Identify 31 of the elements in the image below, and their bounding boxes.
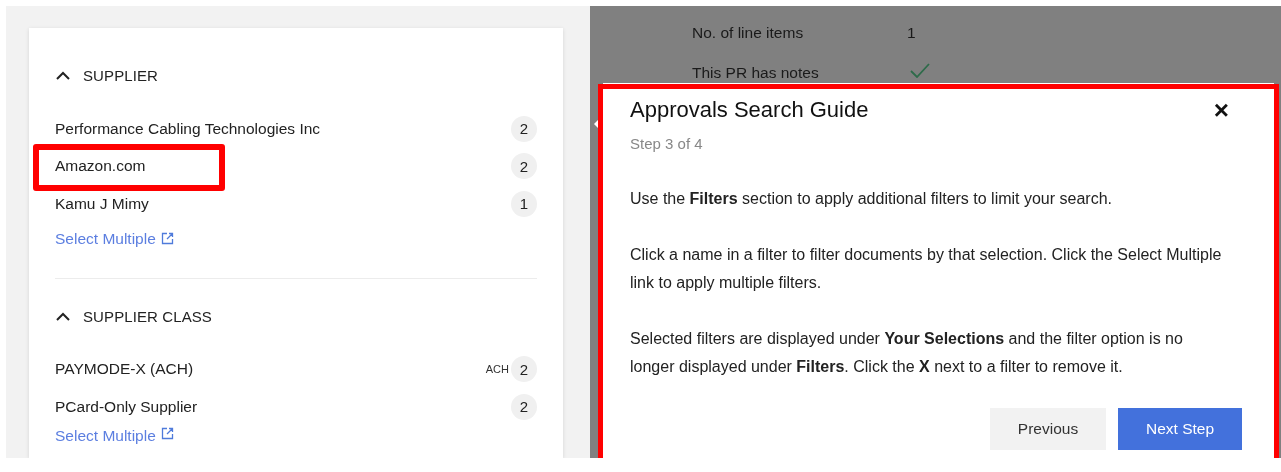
guide-paragraph: Click a name in a filter to filter documents by that selection. Click the Select Multiple link to apply multiple filters. xyxy=(630,245,1223,293)
next-step-button[interactable]: Next Step xyxy=(1118,408,1242,450)
section-title[interactable]: SUPPLIER CLASS xyxy=(83,307,212,325)
popup-title: Approvals Search Guide xyxy=(630,97,869,123)
filter-item[interactable]: Performance Cabling Technologies Inc xyxy=(55,118,321,139)
filter-item[interactable]: PCard-Only Supplier xyxy=(55,396,198,417)
filter-item[interactable]: Amazon.com xyxy=(55,156,146,177)
filter-item[interactable]: Kamu J Mimy xyxy=(55,193,149,214)
count-badge: 2 xyxy=(511,115,537,142)
caret-up-icon[interactable] xyxy=(56,311,70,321)
detail-label: This PR has notes xyxy=(692,64,820,82)
guide-paragraph: Use the Filters section to apply additional filters to limit your search. xyxy=(630,189,1113,209)
close-button[interactable]: × xyxy=(1209,97,1233,123)
count-badge: 1 xyxy=(511,190,537,217)
guide-paragraph: Selected filters are displayed under Your Selections and the filter option is no longer displayed under Filters. Click the X next to a filter to remove it. xyxy=(630,329,1184,377)
previous-button[interactable]: Previous xyxy=(990,408,1106,450)
step-counter: Step 3 of 4 xyxy=(630,135,704,152)
detail-label: No. of line items xyxy=(692,24,805,42)
select-multiple-link[interactable]: Select Multiple xyxy=(55,426,156,445)
section-title[interactable]: SUPPLIER xyxy=(83,67,158,84)
count-badge: 2 xyxy=(511,393,537,420)
external-link-icon xyxy=(160,232,174,245)
tooltip-text: ACH xyxy=(485,363,509,376)
filter-item[interactable]: PAYMODE-X (ACH) xyxy=(55,359,194,380)
external-link-icon xyxy=(160,426,174,440)
check-icon xyxy=(910,62,930,78)
detail-value: 1 xyxy=(907,24,916,42)
caret-up-icon[interactable] xyxy=(56,71,70,80)
count-badge: 2 xyxy=(511,153,537,180)
count-badge: 2 xyxy=(511,356,537,383)
select-multiple-link[interactable]: Select Multiple xyxy=(55,229,156,248)
